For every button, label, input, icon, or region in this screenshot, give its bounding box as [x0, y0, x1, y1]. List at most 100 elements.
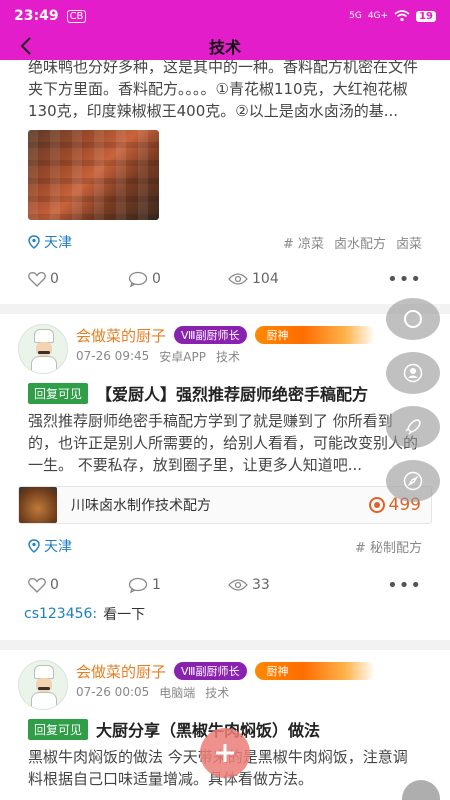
level-badge-label: 厨神: [266, 665, 289, 678]
view-count-group: 33: [228, 577, 328, 593]
tag[interactable]: # 秘制配方: [355, 537, 422, 556]
battery-level: 19: [416, 10, 436, 22]
comment-icon: [128, 271, 148, 287]
post-meta: 07-26 09:45 安卓APP 技术: [76, 346, 432, 366]
location-label: 天津: [44, 235, 72, 251]
author-line: 会做菜的厨子 Ⅷ副厨师长 厨神: [76, 324, 432, 346]
post-title: 【爱厨人】强烈推荐厨师绝密手稿配方: [96, 385, 369, 404]
comment-count: 0: [152, 271, 161, 287]
author-info: 会做菜的厨子 Ⅷ副厨师长 厨神 07-26 00:05 电脑端 技术: [76, 660, 432, 702]
post-date: 07-26 09:45: [76, 349, 150, 363]
author-name[interactable]: 会做菜的厨子: [76, 325, 166, 346]
comment-text: 看一下: [103, 607, 146, 623]
eye-icon: [228, 273, 248, 285]
post-meta: 07-26 00:05 电脑端 技术: [76, 682, 432, 702]
tag[interactable]: 卤菜: [396, 233, 422, 252]
back-button[interactable]: [14, 34, 38, 58]
network-4g-icon: 4G+: [367, 11, 389, 21]
post-category: 技术: [215, 349, 240, 364]
eye-icon: [228, 579, 248, 591]
status-bar: 23:49 CB 5G 4G+ 19: [0, 0, 450, 32]
floating-actions: [386, 298, 440, 502]
like-button[interactable]: 0: [28, 271, 128, 287]
resource-title: 川味卤水制作技术配方: [71, 498, 211, 514]
plus-icon: [216, 744, 234, 762]
view-count: 104: [252, 271, 279, 287]
post-title-row[interactable]: 回复可见 【爱厨人】强烈推荐厨师绝密手稿配方: [0, 378, 450, 408]
comment-count: 1: [152, 577, 161, 593]
location-label: 天津: [44, 539, 72, 555]
divider: [0, 640, 450, 650]
post-platform: 电脑端: [159, 685, 196, 700]
avatar[interactable]: [18, 324, 68, 374]
view-count-group: 104: [228, 271, 328, 287]
network-5g-icon: 5G: [349, 11, 362, 21]
tag-list: # 秘制配方: [355, 537, 422, 556]
like-count: 0: [50, 271, 59, 287]
level-badge: 厨神: [254, 662, 375, 680]
rank-badge: Ⅷ副厨师长: [174, 662, 247, 680]
comment-button[interactable]: 1: [128, 577, 228, 593]
post-stats: 0 1 33 •••: [0, 572, 450, 598]
float-rocket-button[interactable]: [386, 406, 440, 448]
avatar[interactable]: [18, 660, 68, 710]
user-icon: [403, 363, 423, 383]
post-card[interactable]: 绝味鸭也分好多种，这是其中的一种。香料配方机密在文件夹下方里面。香料配方。。。。…: [0, 60, 450, 292]
paid-resource-card[interactable]: 川味卤水制作技术配方 499: [18, 486, 432, 524]
heart-icon: [28, 578, 46, 593]
divider: [0, 304, 450, 314]
location-pin-icon: [28, 235, 40, 249]
float-profile-button[interactable]: [386, 352, 440, 394]
coin-icon: [368, 497, 385, 513]
comment-preview[interactable]: cs123456: 看一下: [0, 602, 450, 626]
level-badge-label: 厨神: [266, 329, 289, 342]
app-screen: 23:49 CB 5G 4G+ 19 技术 绝味鸭也分好多种，这是其中的一种。香…: [0, 0, 450, 800]
compass-icon: [403, 471, 423, 491]
location-pin-icon: [28, 539, 40, 553]
float-home-button[interactable]: [386, 298, 440, 340]
author-name[interactable]: 会做菜的厨子: [76, 661, 166, 682]
new-post-button[interactable]: [200, 728, 250, 778]
nav-bar: 技术: [0, 32, 450, 60]
comment-button[interactable]: 0: [128, 271, 228, 287]
post-date: 07-26 00:05: [76, 685, 150, 699]
status-app-icon: CB: [66, 9, 87, 23]
status-time: 23:49: [14, 8, 59, 24]
page-title: 技术: [208, 38, 241, 57]
post-meta-row: 天津 # 秘制配方: [0, 534, 450, 558]
reply-visible-tag: 回复可见: [28, 718, 89, 740]
author-row: 会做菜的厨子 Ⅷ副厨师长 厨神 07-26 09:45 安卓APP 技术: [0, 324, 450, 374]
more-options-icon[interactable]: •••: [387, 575, 422, 596]
location[interactable]: 天津: [28, 232, 72, 252]
tag[interactable]: 卤水配方: [334, 233, 386, 252]
post-meta-row: 天津 # 凉菜 卤水配方 卤菜: [0, 230, 450, 254]
post-category: 技术: [205, 685, 230, 700]
post-excerpt: 绝味鸭也分好多种，这是其中的一种。香料配方机密在文件夹下方里面。香料配方。。。。…: [28, 60, 419, 120]
status-indicators: 5G 4G+ 19: [349, 10, 436, 22]
location[interactable]: 天津: [28, 536, 72, 556]
rocket-icon: [405, 419, 421, 435]
post-image[interactable]: [28, 130, 159, 220]
circle-icon: [404, 310, 422, 328]
rank-badge: Ⅷ副厨师长: [174, 326, 247, 344]
author-row: 会做菜的厨子 Ⅷ副厨师长 厨神 07-26 00:05 电脑端 技术: [0, 660, 450, 710]
post-excerpt: 强烈推荐厨师绝密手稿配方学到了就是赚到了 你所看到的，也许正是别人所需要的，给别…: [28, 412, 419, 474]
post-card[interactable]: 会做菜的厨子 Ⅷ副厨师长 厨神 07-26 09:45 安卓APP 技术 回复可…: [0, 324, 450, 626]
tag-list: # 凉菜 卤水配方 卤菜: [283, 233, 422, 252]
like-count: 0: [50, 577, 59, 593]
chevron-left-icon: [20, 37, 31, 55]
comment-icon: [128, 577, 148, 593]
wifi-icon: [394, 10, 410, 22]
battery-icon: 19: [416, 10, 436, 22]
post-platform: 安卓APP: [159, 349, 206, 364]
heart-icon: [28, 272, 46, 287]
more-options-icon[interactable]: •••: [387, 269, 422, 290]
like-button[interactable]: 0: [28, 577, 128, 593]
author-line: 会做菜的厨子 Ⅷ副厨师长 厨神: [76, 660, 432, 682]
float-compass-button[interactable]: [386, 460, 440, 502]
tag[interactable]: # 凉菜: [283, 233, 324, 252]
author-info: 会做菜的厨子 Ⅷ副厨师长 厨神 07-26 09:45 安卓APP 技术: [76, 324, 432, 366]
post-stats: 0 0 104 •••: [0, 266, 450, 292]
view-count: 33: [252, 577, 270, 593]
comment-user[interactable]: cs123456:: [24, 606, 97, 622]
